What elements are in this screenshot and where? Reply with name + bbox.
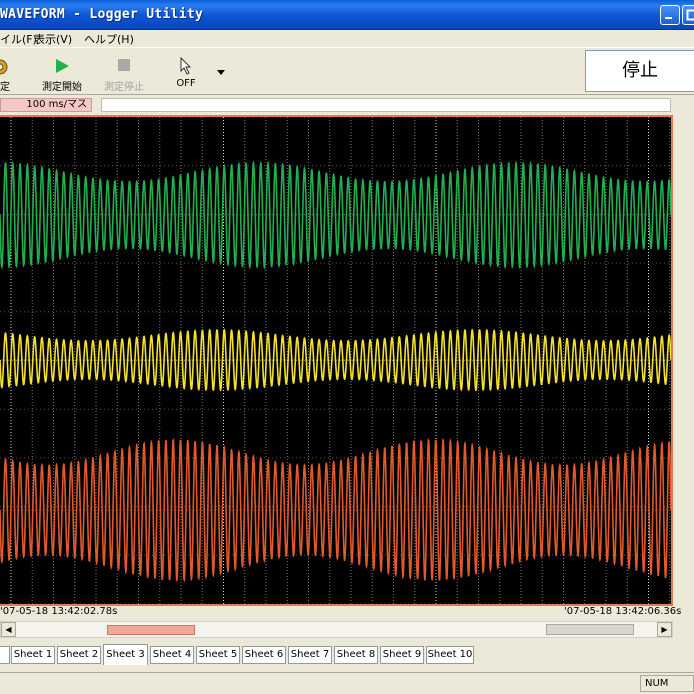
cursor-button[interactable]: OFF [166,52,206,92]
time-info-field [101,98,671,112]
stop-measurement-button[interactable]: 測定停止 [96,52,152,93]
menu-view[interactable]: 表示(V) [34,31,72,47]
sheet-tabs: Sheet 1 Sheet 2 Sheet 3 Sheet 4 Sheet 5 … [0,644,694,668]
tab-sheet-10[interactable]: Sheet 10 [426,646,474,664]
waveform-display[interactable] [0,115,673,606]
waveform-plot [0,117,671,604]
stop-icon [118,59,130,71]
time-scale-field[interactable]: 100 ms/マス [0,98,92,112]
cursor-dropdown[interactable] [214,52,228,92]
start-time-label: '07-05-18 13:42:02.78s [0,606,118,617]
stop-measurement-label: 測定停止 [104,82,144,93]
measurement-status: 停止 [585,50,694,92]
menu-file[interactable]: ファイル(F) [0,31,37,47]
maximize-button[interactable] [682,5,694,25]
num-lock-indicator: NUM [640,675,694,692]
dropdown-arrow-icon [217,70,225,75]
horizontal-scrollbar[interactable]: ◀ ▶ [0,621,673,638]
logger-utility-window: WAVEFORM - Logger Utility ファイル(F) 表示(V) … [0,0,694,694]
scroll-right-button[interactable]: ▶ [657,622,672,637]
window-title: WAVEFORM - Logger Utility [0,7,204,22]
menu-bar: ファイル(F) 表示(V) ヘルプ(H) [0,30,694,47]
time-bar: 100 ms/マス [0,95,694,115]
scroll-thumb[interactable] [546,624,634,635]
gear-icon [0,59,8,75]
play-icon [56,59,69,73]
tab-sheet-5[interactable]: Sheet 5 [196,646,240,664]
start-measurement-label: 測定開始 [42,82,82,93]
tab-sheet-3[interactable]: Sheet 3 [103,644,148,665]
settings-label: 設定 [0,82,10,93]
minimize-icon [665,17,672,19]
settings-button[interactable]: 設定 [0,52,20,93]
tab-sheet-7[interactable]: Sheet 7 [288,646,332,664]
tab-sheet-9[interactable]: Sheet 9 [380,646,424,664]
tab-sheet-4[interactable]: Sheet 4 [150,646,194,664]
minimize-button[interactable] [660,5,680,25]
end-time-label: '07-05-18 13:42:06.36s [564,606,682,617]
tab-sheet-6[interactable]: Sheet 6 [242,646,286,664]
tab-hidden-left[interactable] [0,646,10,664]
status-bar: NUM [0,672,694,694]
cursor-arrow-icon [180,57,192,75]
title-bar[interactable]: WAVEFORM - Logger Utility [0,0,694,30]
cursor-label: OFF [176,78,196,89]
maximize-icon [686,9,694,21]
time-axis: '07-05-18 13:42:02.78s '07-05-18 13:42:0… [0,606,694,620]
toolbar: 設定 測定開始 測定停止 OFF 停止 [0,47,694,95]
tab-sheet-8[interactable]: Sheet 8 [334,646,378,664]
tab-sheet-2[interactable]: Sheet 2 [57,646,101,664]
scroll-left-button[interactable]: ◀ [1,622,16,637]
menu-help[interactable]: ヘルプ(H) [84,31,134,47]
start-measurement-button[interactable]: 測定開始 [33,52,91,93]
tab-sheet-1[interactable]: Sheet 1 [11,646,55,664]
display-range-marker[interactable] [107,625,195,635]
